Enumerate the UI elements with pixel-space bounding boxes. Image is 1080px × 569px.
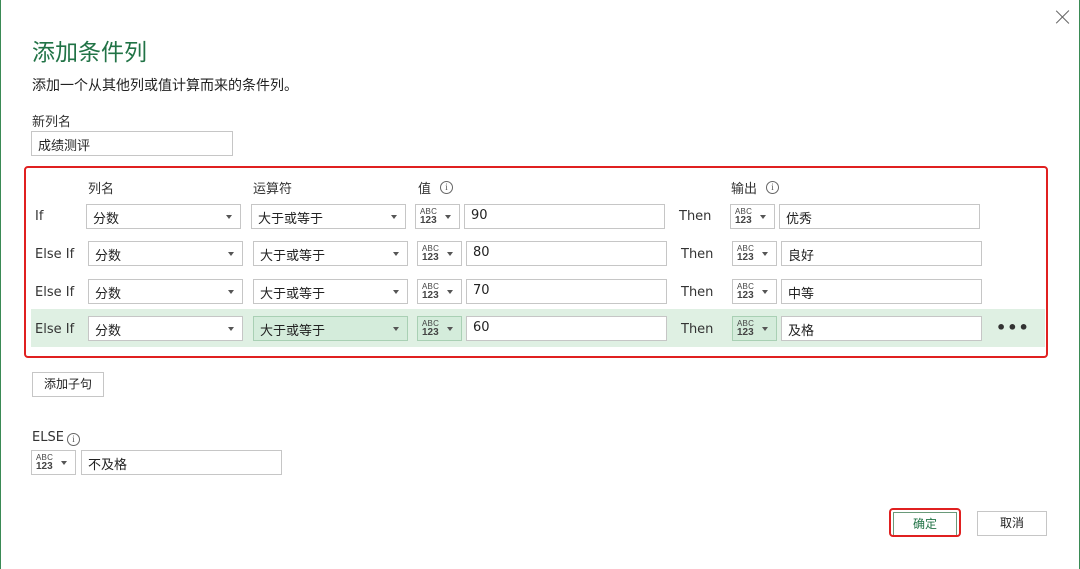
add-clause-button[interactable]: 添加子句 <box>32 372 104 397</box>
else-info-icon[interactable]: i <box>67 433 80 446</box>
else-type-button[interactable]: ABC 123 <box>31 450 76 475</box>
clauses-highlight-box <box>24 166 1048 358</box>
ok-highlight-box <box>889 508 961 537</box>
else-label: ELSE <box>32 430 64 445</box>
window-border-left <box>0 0 1 569</box>
cancel-button[interactable]: 取消 <box>977 511 1047 536</box>
new-column-name-label: 新列名 <box>32 115 72 130</box>
else-value-input[interactable]: 不及格 <box>81 450 282 475</box>
new-column-name-input[interactable]: 成绩测评 <box>31 131 233 156</box>
close-icon[interactable] <box>1053 7 1073 27</box>
dialog-description: 添加一个从其他列或值计算而来的条件列。 <box>32 78 298 94</box>
abc-123-type-icon: ABC 123 <box>36 453 54 472</box>
chevron-down-icon <box>61 461 67 465</box>
dialog-title: 添加条件列 <box>32 40 147 66</box>
